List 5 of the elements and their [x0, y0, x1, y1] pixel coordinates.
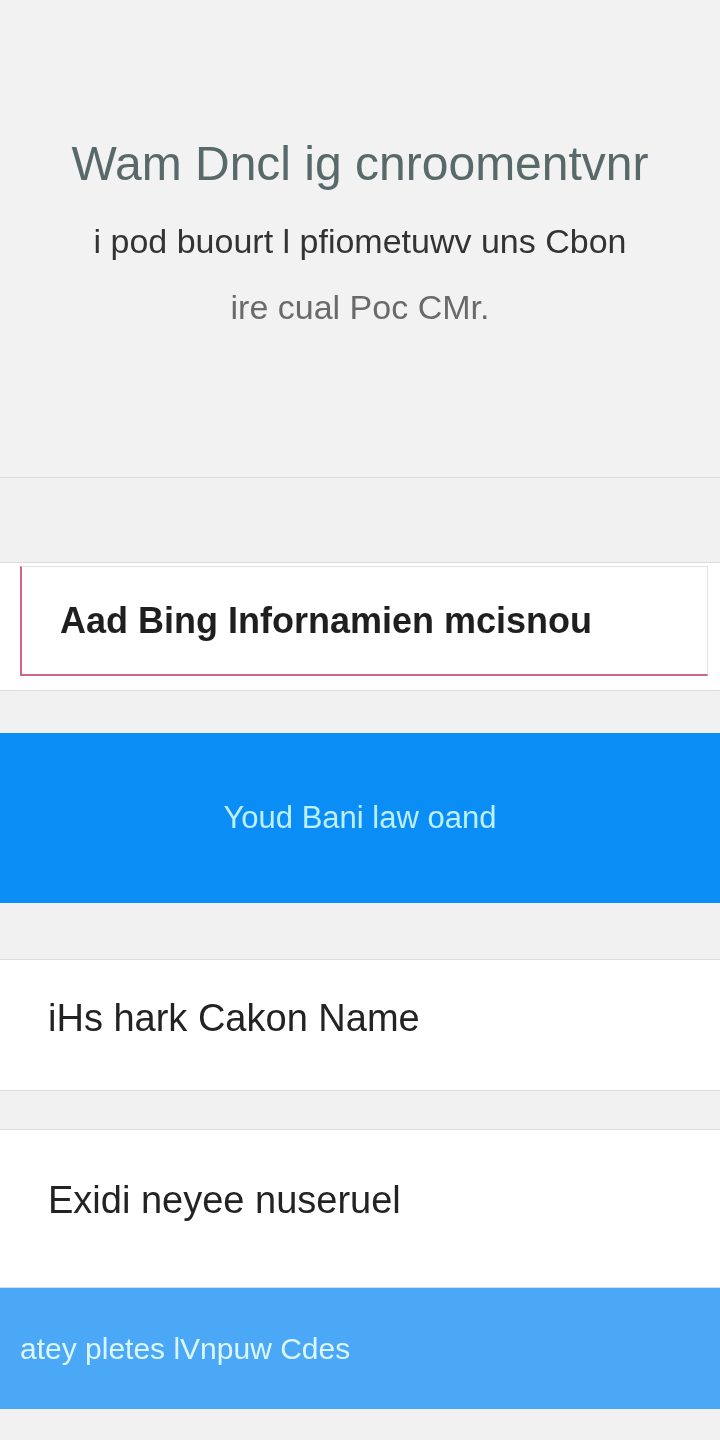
list-row[interactable]: iHs hark Cakon Name [0, 959, 720, 1091]
list-row[interactable]: Exidi neyee nuseruel [0, 1129, 720, 1288]
page-title: Wam Dncl ig cnroomentvnr [70, 136, 650, 192]
intro-paragraph: i pod buourt l pfiometuwv uns Cbon ire cual Poc CMr. [92, 221, 628, 328]
input-field[interactable]: Aad Bing Infornamien mcisnou [20, 566, 708, 676]
